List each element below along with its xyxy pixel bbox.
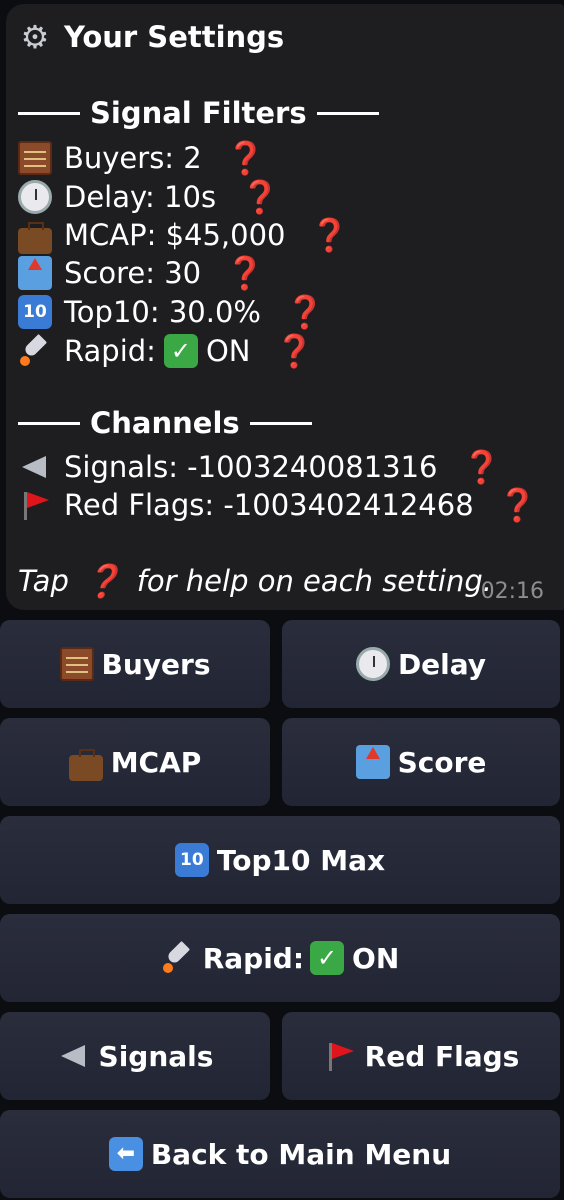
left-arrow-icon: ⬅ [108, 1137, 143, 1171]
divider-line [18, 421, 80, 425]
delay-button-label: Delay [397, 647, 487, 681]
outbox-tray-icon [355, 745, 390, 779]
divider-line [316, 111, 379, 115]
filter-rapid-label: Rapid: [64, 334, 156, 368]
score-button[interactable]: Score [282, 718, 560, 806]
message-timestamp: 02:16 [480, 579, 544, 604]
mcap-button-label: MCAP [110, 745, 202, 779]
section-header-channels: Channels [18, 406, 322, 440]
question-mark-icon: ❓ [497, 486, 538, 524]
check-mark-icon: ✓ [310, 941, 345, 975]
channel-signals-text: Signals: -1003240081316 [64, 450, 438, 484]
rocket-icon [161, 941, 195, 975]
filter-delay-text: Delay: 10s [64, 180, 217, 214]
help-hint-row: Tap ❓ for help on each setting. [18, 562, 492, 600]
settings-message: ⚙ Your Settings Signal Filters Buyers: 2… [6, 4, 564, 610]
filter-score-row: Score: 30 ❓ [18, 254, 265, 292]
section-title-filters: Signal Filters [90, 96, 307, 130]
briefcase-icon [68, 749, 103, 781]
rapid-toggle-button[interactable]: Rapid: ✓ ON [0, 914, 560, 1002]
filter-top10-text: Top10: 30.0% [64, 295, 261, 329]
loudspeaker-icon [18, 450, 52, 484]
message-title-row: ⚙ Your Settings [18, 18, 285, 56]
divider-line [249, 421, 312, 425]
question-mark-icon: ❓ [461, 448, 502, 486]
help-hint-suffix: for help on each setting. [136, 564, 492, 598]
section-title-channels: Channels [90, 406, 240, 440]
signals-button-label: Signals [98, 1039, 214, 1073]
check-mark-icon: ✓ [163, 334, 198, 368]
divider-line [18, 111, 80, 115]
filter-buyers-text: Buyers: 2 [64, 141, 202, 175]
channel-signals-row: Signals: -1003240081316 ❓ [18, 448, 501, 486]
filter-rapid-state: ON [205, 334, 251, 368]
channel-red-flags-row: Red Flags: -1003402412468 ❓ [18, 486, 538, 524]
abacus-icon [18, 141, 52, 175]
gear-icon: ⚙ [20, 18, 50, 56]
message-title: Your Settings [64, 20, 285, 54]
filter-rapid-row: Rapid: ✓ ON ❓ [18, 332, 314, 370]
question-mark-icon: ❓ [284, 293, 325, 331]
question-mark-icon: ❓ [225, 139, 266, 177]
rapid-button-state: ON [352, 941, 400, 975]
question-mark-icon: ❓ [309, 216, 350, 254]
buyers-button-label: Buyers [101, 647, 211, 681]
red-flag-icon [18, 488, 52, 522]
loudspeaker-icon [57, 1039, 91, 1073]
rocket-icon [18, 334, 52, 368]
question-mark-icon: ❓ [82, 562, 123, 600]
delay-button[interactable]: Delay [282, 620, 560, 708]
signals-button[interactable]: Signals [0, 1012, 270, 1100]
filter-mcap-text: MCAP: $45,000 [64, 218, 286, 252]
channel-red-flags-text: Red Flags: -1003402412468 [64, 488, 474, 522]
stopwatch-icon [18, 180, 52, 214]
keycap-ten-icon: 10 [174, 843, 209, 877]
filter-score-text: Score: 30 [64, 256, 202, 290]
mcap-button[interactable]: MCAP [0, 718, 270, 806]
question-mark-icon: ❓ [274, 332, 315, 370]
briefcase-icon [18, 222, 52, 254]
filter-mcap-row: MCAP: $45,000 ❓ [18, 216, 349, 254]
question-mark-icon: ❓ [240, 178, 280, 216]
top10-max-button-label: Top10 Max [216, 843, 386, 877]
abacus-icon [59, 647, 94, 681]
score-button-label: Score [397, 745, 487, 779]
filter-delay-row: Delay: 10s ❓ [18, 178, 280, 216]
stopwatch-icon [355, 647, 390, 681]
back-to-main-menu-button[interactable]: ⬅ Back to Main Menu [0, 1110, 560, 1198]
section-header-filters: Signal Filters [18, 96, 389, 130]
question-mark-icon: ❓ [225, 254, 265, 292]
help-hint-prefix: Tap [18, 564, 69, 598]
buyers-button[interactable]: Buyers [0, 620, 270, 708]
rapid-button-label: Rapid: [202, 941, 305, 975]
outbox-tray-icon [18, 256, 52, 290]
filter-buyers-row: Buyers: 2 ❓ [18, 139, 266, 177]
back-button-label: Back to Main Menu [150, 1137, 452, 1171]
top10-max-button[interactable]: 10 Top10 Max [0, 816, 560, 904]
filter-top10-row: 10 Top10: 30.0% ❓ [18, 293, 325, 331]
red-flag-icon [323, 1039, 357, 1073]
keycap-ten-icon: 10 [18, 295, 52, 329]
red-flags-button-label: Red Flags [364, 1039, 520, 1073]
red-flags-button[interactable]: Red Flags [282, 1012, 560, 1100]
